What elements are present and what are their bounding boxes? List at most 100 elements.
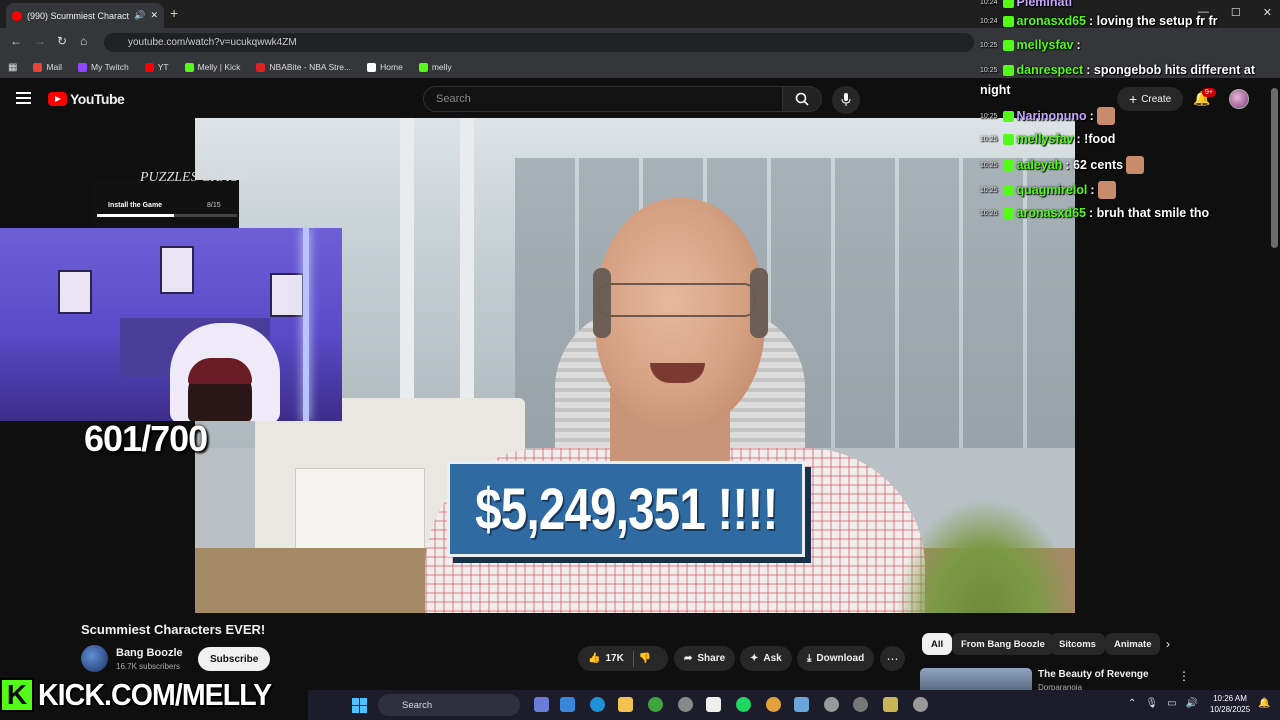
bookmark-item[interactable]: NBABite - NBA Stre... — [256, 62, 351, 72]
media-player-icon[interactable] — [824, 697, 839, 712]
hamburger-menu-icon[interactable] — [16, 92, 31, 104]
chat-text: : spongebob hits different at — [1086, 63, 1255, 77]
url-text: youtube.com/watch?v=ucukqwwk4ZM — [128, 37, 297, 48]
video-scene-plant — [895, 498, 1075, 613]
webcam-poster — [58, 270, 92, 314]
chat-timestamp: 10:25 — [980, 186, 998, 194]
tab-title: (990) Scummiest Characters EVER! — [27, 10, 130, 21]
bookmark-label: My Twitch — [91, 62, 129, 72]
filter-chip[interactable]: From Bang Boozle — [952, 633, 1054, 655]
search-input[interactable]: Search — [423, 86, 783, 112]
streamer-webcam — [0, 228, 342, 421]
money-amount-caption: $5,249,351 !!!! — [447, 461, 805, 557]
sub-goal-counter: 601/700 — [84, 418, 208, 459]
bookmark-item[interactable]: Melly | Kick — [184, 62, 241, 72]
bookmark-label: Mail — [46, 62, 63, 72]
reload-icon[interactable]: ↻ — [57, 34, 67, 48]
taskview-icon[interactable] — [534, 697, 549, 712]
chat-username: danrespect — [1016, 63, 1084, 77]
channel-name[interactable]: Bang Boozle — [116, 647, 183, 659]
channel-subscriber-count: 16.7K subscribers — [116, 662, 181, 671]
close-tab-icon[interactable]: ✕ — [150, 10, 158, 21]
thumbs-down-icon[interactable]: 👎 — [639, 653, 651, 664]
like-dislike-group: 👍 17K 👎 — [578, 646, 668, 671]
bookmark-item[interactable]: YT — [144, 62, 169, 72]
app-icon[interactable] — [853, 697, 868, 712]
copilot-icon[interactable] — [560, 697, 575, 712]
filter-chip[interactable]: All — [922, 633, 953, 655]
bookmark-item[interactable]: melly — [418, 62, 452, 72]
speaker-icon[interactable]: 🔊 — [134, 10, 145, 21]
forward-arrow-icon[interactable]: → — [34, 34, 46, 48]
notification-center-icon[interactable]: 🔔 — [1258, 698, 1270, 709]
more-actions-icon[interactable]: ⋯ — [880, 646, 905, 671]
bookmark-label: NBABite - NBA Stre... — [269, 62, 352, 72]
bookmark-label: melly — [431, 62, 452, 72]
photos-icon[interactable] — [794, 697, 809, 712]
kick-badge-icon — [1002, 15, 1014, 27]
filter-chip[interactable]: Sitcoms — [1050, 633, 1105, 655]
network-icon[interactable]: ▭ — [1167, 698, 1176, 709]
filter-chip[interactable]: Animate — [1105, 633, 1161, 655]
chevron-up-icon[interactable]: ⌃ — [1128, 698, 1136, 709]
search-button[interactable] — [782, 86, 822, 112]
kick-badge-icon — [1002, 159, 1014, 171]
taskbar-clock[interactable]: 10:26 AM 10/28/2025 — [1210, 693, 1250, 715]
kick-url-text: KICK.COM/MELLY — [38, 677, 272, 712]
recommended-video-title[interactable]: The Beauty of Revenge — [1038, 669, 1149, 680]
spotify-icon[interactable] — [736, 697, 751, 712]
like-count[interactable]: 17K — [605, 653, 623, 664]
bookmark-item[interactable]: Home — [367, 62, 403, 72]
minecraft-icon[interactable] — [883, 697, 898, 712]
stream-chat-overlay: 10:24 Pieminati 10:24 aronasxd65: loving th… — [980, 0, 1280, 225]
chat-message: 10:25 danrespect: spongebob hits differen… — [980, 63, 1255, 77]
bookmark-item[interactable]: My Twitch — [78, 62, 129, 72]
video-scene-glasses — [598, 283, 756, 317]
recommended-more-icon[interactable]: ⋮ — [1178, 669, 1190, 683]
video-title: Scummiest Characters EVER! — [81, 622, 266, 637]
kick-badge-icon — [1002, 64, 1014, 76]
microphone-icon[interactable]: 🎙 — [1145, 698, 1158, 709]
new-tab-button[interactable]: + — [170, 5, 178, 21]
chevron-right-icon[interactable]: › — [1166, 637, 1170, 651]
settings-gear-icon[interactable] — [913, 697, 928, 712]
bookmark-favicon-icon — [33, 62, 43, 72]
voice-search-button[interactable] — [832, 86, 860, 114]
apps-grid-icon[interactable]: ▦ — [8, 62, 17, 73]
xbox-icon[interactable] — [648, 697, 663, 712]
obs-icon[interactable] — [678, 697, 693, 712]
volume-icon[interactable]: 🔊 — [1186, 698, 1198, 709]
edge-icon[interactable] — [590, 697, 605, 712]
ask-button[interactable]: ✦ Ask — [740, 646, 792, 671]
channel-avatar[interactable] — [81, 645, 108, 672]
bookmark-item[interactable]: Mail — [33, 62, 62, 72]
url-input[interactable]: youtube.com/watch?v=ucukqwwk4ZM — [104, 33, 974, 52]
kick-badge-icon — [1002, 184, 1014, 196]
like-divider — [632, 650, 634, 667]
chat-timestamp: 10:25 — [980, 161, 998, 169]
file-explorer-icon[interactable] — [618, 697, 633, 712]
youtube-favicon-icon — [12, 10, 22, 21]
chat-message: 10:25 aaleyah: 62 cents — [980, 156, 1145, 174]
game-ad-progress-fill — [97, 214, 174, 217]
taskbar-search-label: Search — [402, 699, 433, 711]
bookmark-label: Melly | Kick — [197, 62, 241, 72]
download-button[interactable]: ⤓ Download — [797, 646, 875, 671]
taskbar-search-input[interactable]: Search — [378, 694, 520, 716]
chat-message: 10:25 mellysfav: !food — [980, 132, 1115, 146]
kick-badge-icon — [1002, 207, 1014, 219]
subscribe-button[interactable]: Subscribe — [198, 647, 271, 671]
chrome-icon[interactable] — [766, 697, 781, 712]
chat-username: aronasxd65 — [1016, 206, 1087, 220]
chat-username: quagmirelol — [1016, 183, 1088, 197]
windows-start-icon[interactable] — [352, 698, 367, 713]
bookmark-favicon-icon — [78, 62, 88, 72]
thumbs-up-icon[interactable]: 👍 — [588, 653, 600, 664]
share-button[interactable]: ➦ Share — [674, 646, 736, 671]
chat-message: 10:24 Pieminati — [980, 0, 1075, 9]
browser-tab[interactable]: (990) Scummiest Characters EVER! 🔊 ✕ — [6, 3, 164, 28]
home-icon[interactable]: ⌂ — [80, 34, 87, 48]
back-arrow-icon[interactable]: ← — [10, 34, 22, 48]
store-icon[interactable] — [706, 697, 721, 712]
youtube-logo[interactable]: YouTube — [48, 91, 125, 107]
